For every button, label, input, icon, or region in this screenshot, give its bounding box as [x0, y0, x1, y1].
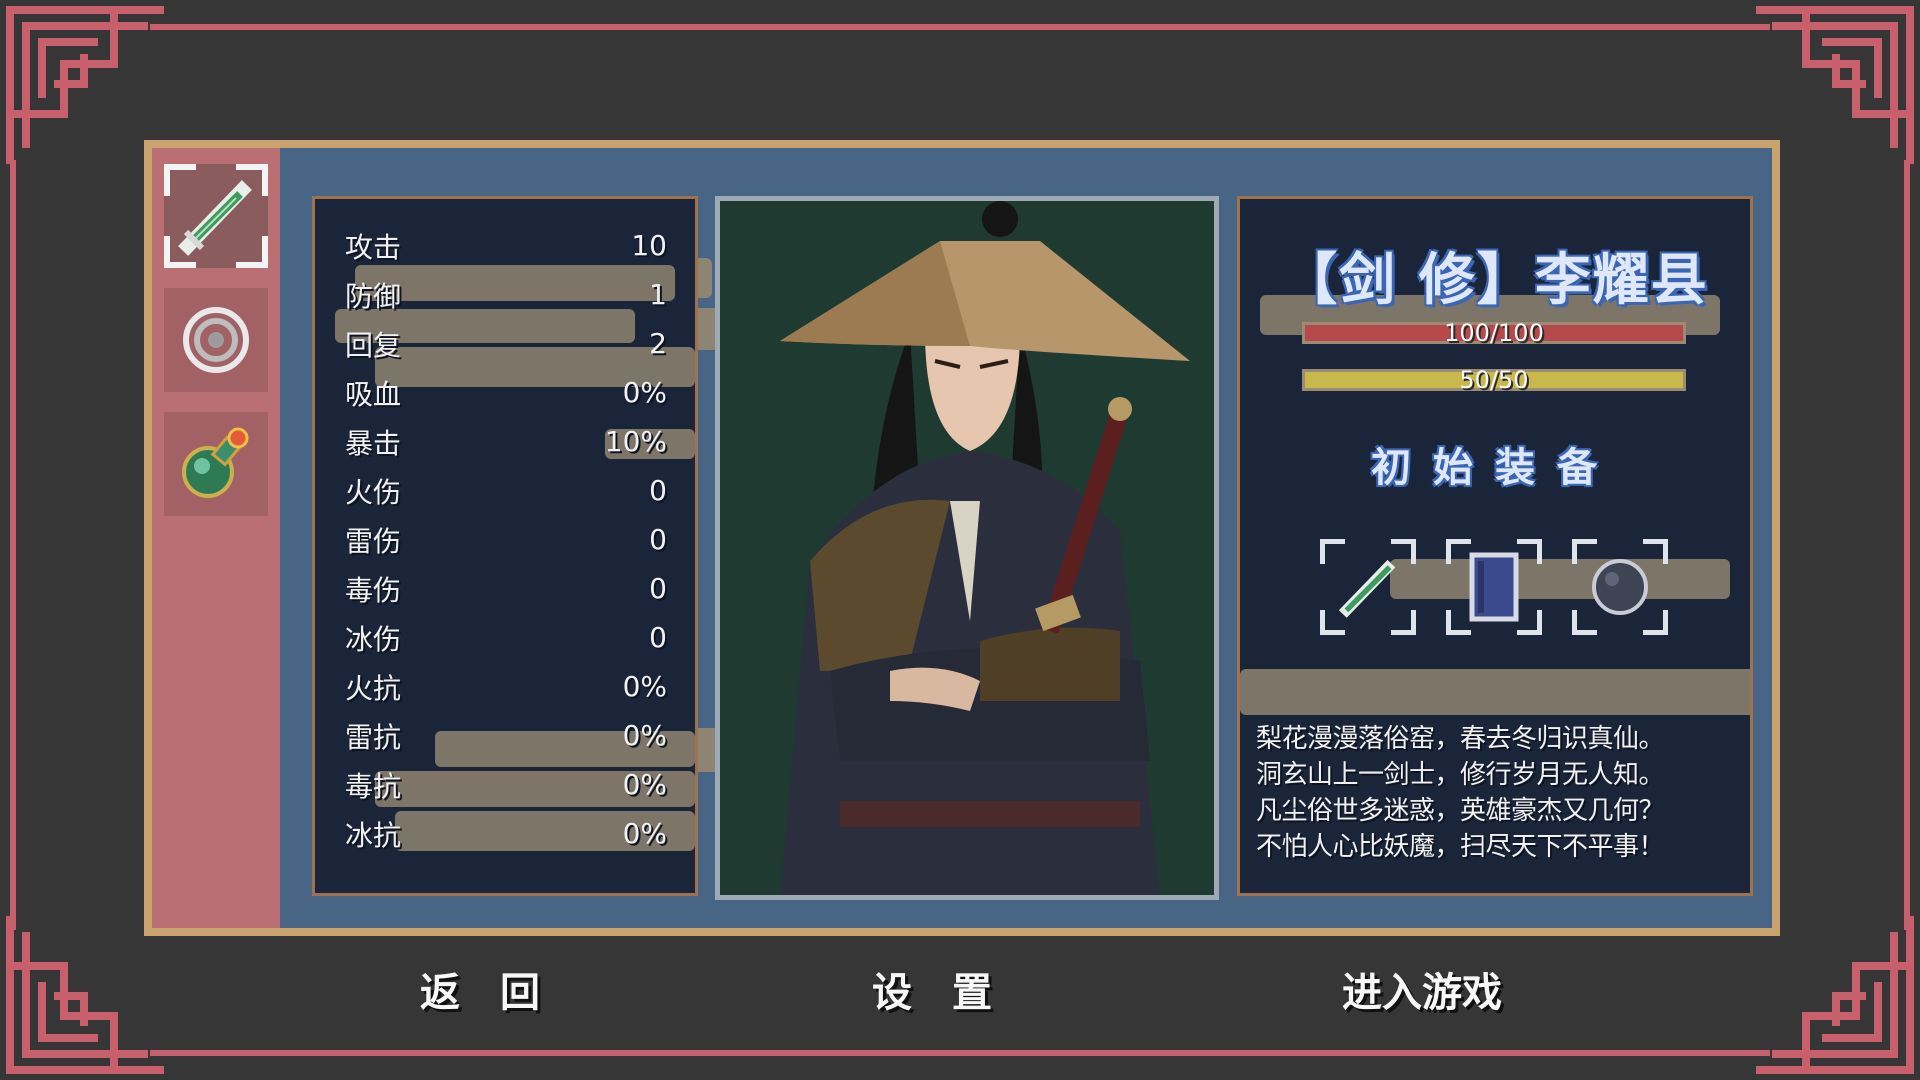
- potion-icon: [182, 427, 249, 498]
- slot-bracket: [1572, 539, 1597, 564]
- character-select-screen: 攻击 10 防御 1 回复 2 吸血 0% 暴击 10% 火伤 0 雷伤 0 毒伤 0 冰伤 0 火抗 0% 雷抗 0% 毒…: [0, 0, 1920, 1080]
- poem-line: 洞玄山上一剑士，修行岁月无人知。: [1256, 760, 1665, 790]
- stat-label: 毒伤: [345, 573, 402, 607]
- mp-bar: 50/50: [1302, 366, 1686, 394]
- slot-bracket: [1446, 539, 1471, 564]
- stats-panel: 攻击 10 防御 1 回复 2 吸血 0% 暴击 10% 火伤 0 雷伤 0 毒伤 0 冰伤 0 火抗 0% 雷抗 0% 毒…: [312, 196, 698, 896]
- cloud-decoration: [1240, 669, 1750, 715]
- stat-value: 0: [649, 523, 667, 556]
- slot-bracket: [1572, 610, 1597, 635]
- equipment-slot-orb[interactable]: [1572, 539, 1668, 635]
- slot-bracket: [1643, 539, 1668, 564]
- border-top: [150, 24, 1770, 30]
- stat-value: 0%: [622, 768, 667, 801]
- stat-label: 攻击: [345, 230, 402, 264]
- equipment-slot-weapon[interactable]: [1320, 539, 1416, 635]
- slot-bracket: [1320, 539, 1345, 564]
- equipment-tab-strip: [152, 148, 280, 928]
- character-info-panel: 【剑 修】李耀县 100/100 50/50 初始装备 梨花漫漫落俗窑，春去冬归…: [1237, 196, 1753, 896]
- stat-value: 0%: [622, 817, 667, 850]
- character-poem: 梨花漫漫落俗窑，春去冬归识真仙。 洞玄山上一剑士，修行岁月无人知。 凡尘俗世多迷…: [1256, 721, 1746, 865]
- settings-button[interactable]: 设 置: [872, 960, 992, 1018]
- stat-label: 防御: [345, 279, 402, 313]
- weapon-tab[interactable]: [164, 164, 268, 268]
- stat-value: 1: [649, 278, 667, 311]
- poem-line: 梨花漫漫落俗窑，春去冬归识真仙。: [1256, 724, 1665, 754]
- stat-row: 火抗 0%: [315, 662, 695, 711]
- stat-row: 冰伤 0: [315, 613, 695, 662]
- stat-value: 0: [649, 474, 667, 507]
- stat-value: 0%: [622, 719, 667, 752]
- stat-value: 0%: [622, 670, 667, 703]
- stat-row: 防御 1: [315, 270, 695, 319]
- stat-label: 雷抗: [345, 720, 402, 754]
- stat-row: 暴击 10%: [315, 417, 695, 466]
- main-panel: 攻击 10 防御 1 回复 2 吸血 0% 暴击 10% 火伤 0 雷伤 0 毒伤 0 冰伤 0 火抗 0% 雷抗 0% 毒…: [144, 140, 1780, 936]
- selection-bracket: [236, 236, 268, 268]
- hp-text: 100/100: [1444, 319, 1544, 347]
- stat-label: 火抗: [345, 671, 402, 705]
- stat-row: 毒伤 0: [315, 564, 695, 613]
- stat-label: 毒抗: [345, 769, 402, 803]
- stat-row: 吸血 0%: [315, 368, 695, 417]
- stat-value: 10%: [604, 425, 667, 458]
- border-bottom: [150, 1050, 1770, 1056]
- stat-row: 攻击 10: [315, 221, 695, 270]
- stat-label: 暴击: [345, 426, 402, 460]
- stat-label: 雷伤: [345, 524, 402, 558]
- character-portrait: [715, 196, 1219, 900]
- starting-equipment-title: 初始装备: [1371, 445, 1619, 491]
- mp-text: 50/50: [1459, 366, 1529, 394]
- border-right: [1904, 160, 1910, 930]
- stat-label: 火伤: [345, 475, 402, 509]
- stat-label: 吸血: [345, 377, 402, 411]
- swordsman-portrait-image: [720, 201, 1214, 895]
- stat-row: 火伤 0: [315, 466, 695, 515]
- stat-label: 回复: [345, 328, 402, 362]
- stat-label: 冰抗: [345, 818, 402, 852]
- stat-row: 毒抗 0%: [315, 760, 695, 809]
- slot-bracket: [1446, 610, 1471, 635]
- stat-row: 雷伤 0: [315, 515, 695, 564]
- slot-bracket: [1517, 610, 1542, 635]
- slot-bracket: [1643, 610, 1668, 635]
- armor-tab[interactable]: [164, 288, 268, 392]
- hp-bar: 100/100: [1302, 319, 1686, 347]
- stat-row: 回复 2: [315, 319, 695, 368]
- slot-bracket: [1517, 539, 1542, 564]
- potion-tab[interactable]: [164, 412, 268, 516]
- poem-line: 不怕人心比妖魔，扫尽天下不平事！: [1256, 832, 1665, 862]
- stat-value: 2: [649, 327, 667, 360]
- selection-bracket: [164, 236, 196, 268]
- stat-value: 0%: [622, 376, 667, 409]
- stat-value: 0: [649, 572, 667, 605]
- back-button[interactable]: 返 回: [420, 960, 540, 1018]
- slot-bracket: [1320, 610, 1345, 635]
- selection-bracket: [236, 164, 268, 196]
- selection-bracket: [164, 164, 196, 196]
- slot-bracket: [1391, 539, 1416, 564]
- poem-line: 凡尘俗世多迷惑，英雄豪杰又几何？: [1256, 796, 1665, 826]
- border-left: [10, 160, 16, 930]
- equipment-slot-book[interactable]: [1446, 539, 1542, 635]
- stat-value: 10: [631, 229, 667, 262]
- character-name: 【剑 修】李耀县: [1281, 248, 1709, 313]
- shield-ring-icon: [183, 307, 249, 373]
- stats-list: 攻击 10 防御 1 回复 2 吸血 0% 暴击 10% 火伤 0 雷伤 0 毒伤 0 冰伤 0 火抗 0% 雷抗 0% 毒…: [315, 221, 695, 858]
- stat-row: 雷抗 0%: [315, 711, 695, 760]
- slot-bracket: [1391, 610, 1416, 635]
- enter-game-button[interactable]: 进入游戏: [1342, 960, 1502, 1018]
- stat-label: 冰伤: [345, 622, 402, 656]
- stat-value: 0: [649, 621, 667, 654]
- book-icon: [1469, 552, 1519, 622]
- stat-row: 冰抗 0%: [315, 809, 695, 858]
- cloud-decoration: [1390, 559, 1730, 599]
